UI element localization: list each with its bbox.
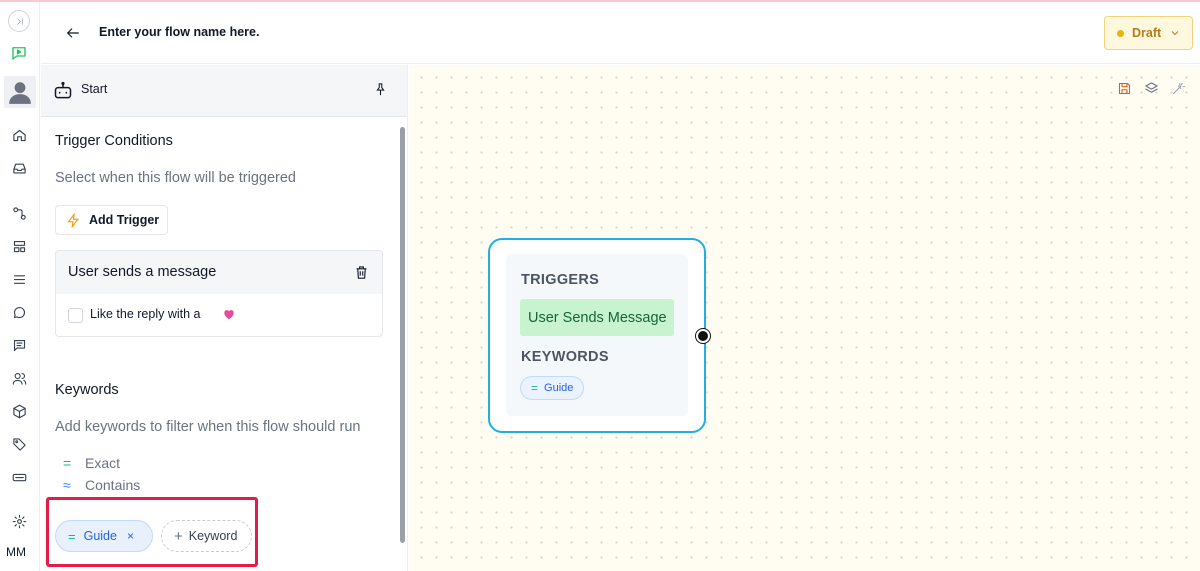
like-reply-checkbox[interactable]: [68, 308, 83, 323]
box-icon[interactable]: [8, 400, 30, 422]
home-icon[interactable]: [8, 124, 30, 146]
start-node-body: TRIGGERS User Sends Message KEYWORDS = G…: [506, 254, 688, 416]
lightning-icon: [67, 212, 79, 228]
node-output-handle[interactable]: [696, 329, 710, 343]
trash-icon[interactable]: [354, 265, 369, 280]
panel-scrollbar-thumb[interactable]: [400, 127, 405, 543]
like-reply-label[interactable]: Like the reply with a: [90, 307, 200, 321]
trigger-pill: User Sends Message: [520, 299, 674, 336]
collapse-sidebar-icon[interactable]: [8, 10, 30, 32]
exact-icon: =: [63, 455, 72, 471]
magic-wand-icon[interactable]: [1171, 81, 1186, 96]
layout-icon[interactable]: [8, 235, 30, 257]
flow-name-input[interactable]: Enter your flow name here.: [99, 25, 259, 39]
status-dot: [1117, 29, 1124, 37]
back-arrow-icon[interactable]: [65, 25, 81, 41]
canvas-toolbar: [1117, 81, 1186, 96]
triggers-label: TRIGGERS: [521, 272, 600, 288]
exact-icon: =: [531, 381, 539, 395]
flow-canvas[interactable]: TRIGGERS User Sends Message KEYWORDS = G…: [409, 65, 1200, 571]
users-icon[interactable]: [8, 367, 30, 389]
add-keyword-button[interactable]: + Keyword: [161, 520, 252, 552]
match-type-label: Contains: [85, 477, 141, 493]
avatar-icon[interactable]: [4, 76, 36, 108]
tag-icon[interactable]: [8, 433, 30, 455]
add-trigger-button[interactable]: Add Trigger: [55, 205, 168, 235]
inbox-icon[interactable]: [8, 157, 30, 179]
keywords-title: Keywords: [55, 382, 119, 398]
list-icon[interactable]: [8, 268, 30, 290]
match-type-exact: = Exact: [63, 455, 120, 471]
node-keyword-label: Guide: [544, 382, 574, 394]
user-initials[interactable]: MM: [6, 545, 26, 559]
add-trigger-label: Add Trigger: [89, 213, 160, 227]
bot-icon: [53, 81, 73, 101]
workflow-icon[interactable]: [8, 202, 30, 224]
save-icon[interactable]: [1117, 81, 1132, 96]
chevron-down-icon: [1169, 27, 1181, 39]
panel-header: Start: [41, 65, 407, 117]
flow-icon[interactable]: [8, 42, 30, 64]
start-node[interactable]: TRIGGERS User Sends Message KEYWORDS = G…: [488, 238, 706, 433]
message-icon[interactable]: [8, 334, 30, 356]
contains-icon: ≈: [63, 477, 71, 493]
trigger-card-header: User sends a message: [56, 251, 382, 294]
match-type-label: Exact: [85, 455, 121, 471]
trigger-conditions-title: Trigger Conditions: [55, 133, 173, 149]
add-keyword-label: Keyword: [188, 529, 238, 543]
layers-icon[interactable]: [1144, 81, 1159, 96]
node-keyword-chip: = Guide: [520, 376, 584, 400]
heart-icon: [222, 307, 236, 321]
panel-title: Start: [81, 82, 108, 96]
settings-icon[interactable]: [8, 510, 30, 532]
chat-icon[interactable]: [8, 301, 30, 323]
close-icon[interactable]: ×: [127, 529, 134, 543]
keyword-chip[interactable]: = Guide ×: [55, 520, 153, 552]
plus-icon: +: [174, 527, 183, 545]
trigger-conditions-subtitle: Select when this flow will be triggered: [55, 170, 296, 186]
keyboard-icon[interactable]: [8, 466, 30, 488]
start-node-panel: Start Trigger Conditions Select when thi…: [41, 65, 408, 571]
keyword-label: Guide: [83, 529, 117, 543]
exact-icon: =: [68, 528, 76, 544]
flow-header: Enter your flow name here. Draft: [41, 2, 1200, 64]
status-label: Draft: [1132, 26, 1162, 40]
keywords-subtitle: Add keywords to filter when this flow sh…: [55, 419, 361, 435]
keywords-label: KEYWORDS: [521, 349, 609, 365]
trigger-card-title: User sends a message: [68, 264, 217, 280]
trigger-card: User sends a message Like the reply with…: [55, 250, 383, 337]
status-dropdown[interactable]: Draft: [1104, 16, 1193, 50]
pin-icon[interactable]: [373, 82, 388, 97]
left-nav-rail: MM: [0, 2, 40, 571]
match-type-contains: ≈ Contains: [63, 477, 140, 493]
